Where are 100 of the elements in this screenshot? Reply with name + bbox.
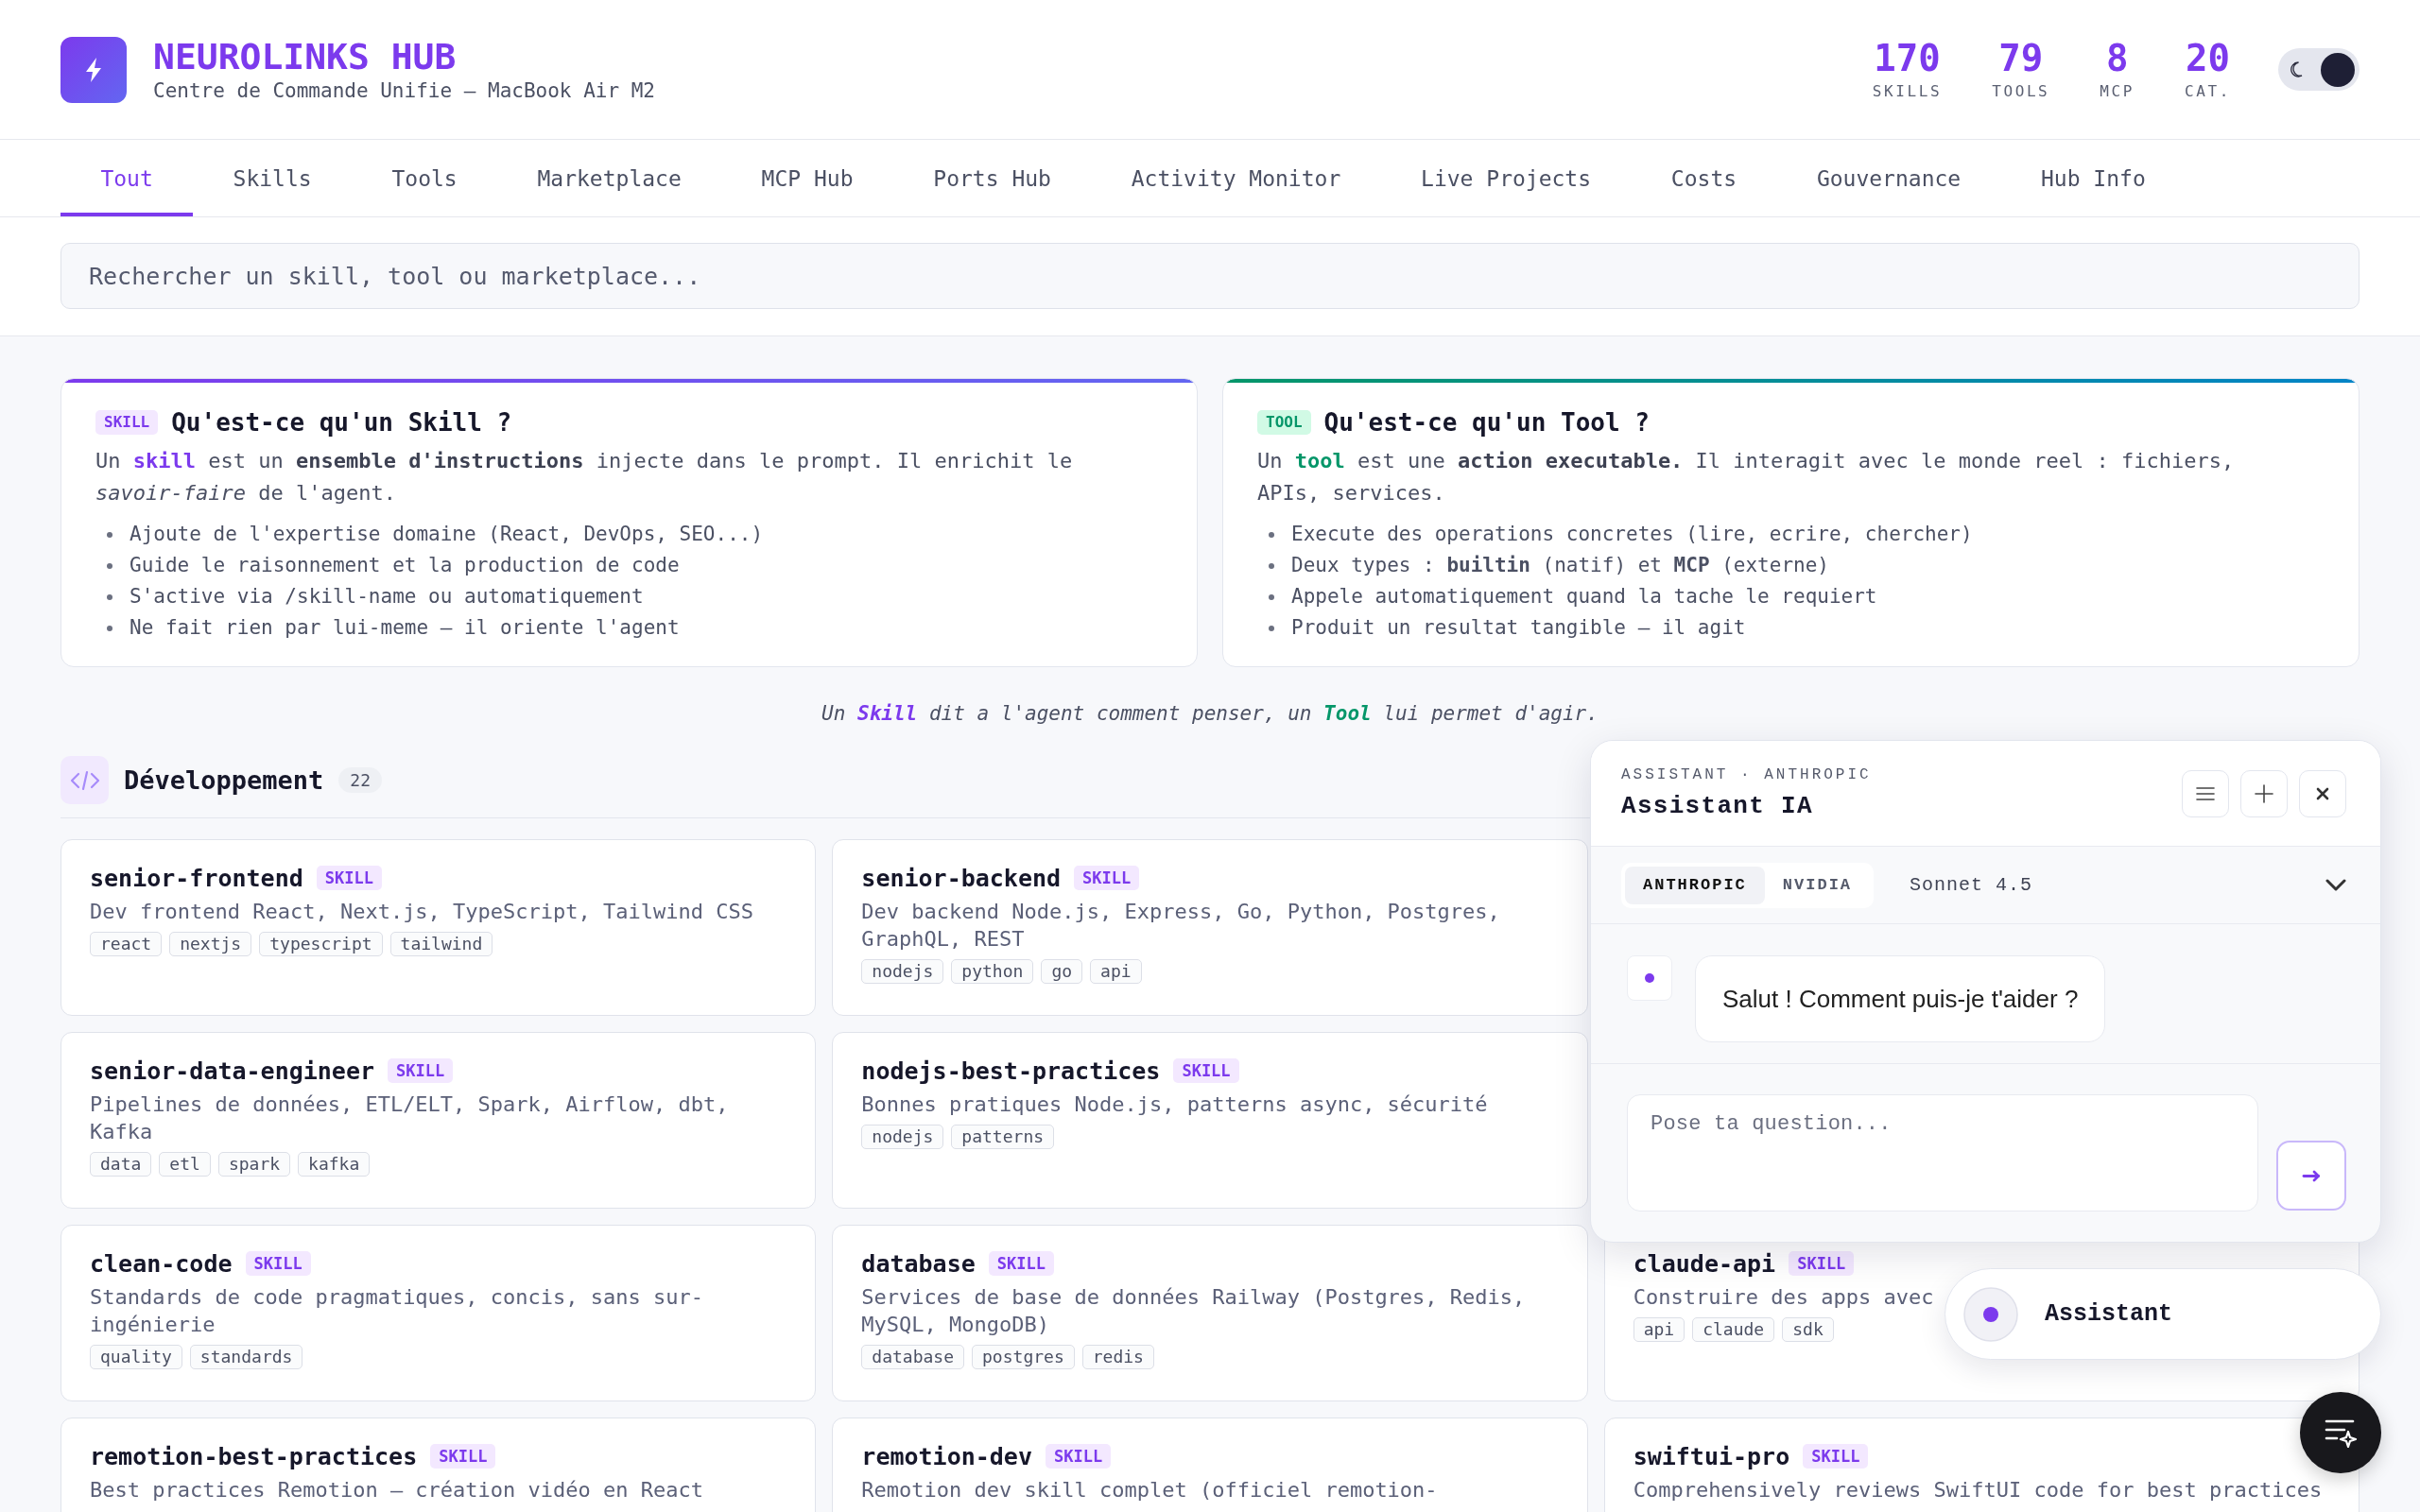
card-title: Qu'est-ce qu'un Tool ? xyxy=(1323,408,1650,437)
skill-badge: SKILL xyxy=(1803,1444,1869,1469)
skill-badge: SKILL xyxy=(316,866,382,890)
skill-name: clean-code xyxy=(90,1249,233,1278)
card-text: Un skill est un ensemble d'instructions injecte dans le prompt. Il enrichit le savoir-faire de l'agent. xyxy=(95,448,1074,507)
tag: quality xyxy=(90,1345,182,1369)
stat-label: TOOLS xyxy=(1992,80,2050,102)
tag: database xyxy=(861,1345,965,1369)
assistant-tooltip[interactable]: Assistant xyxy=(1945,1268,2381,1360)
chat-fab-button[interactable] xyxy=(2300,1392,2381,1473)
bullet-text: Deux types : builtin (natif) et MCP (externe) xyxy=(1291,553,1829,578)
skill-description: Dev backend Node.js, Express, Go, Python, Postgres, GraphQL, REST xyxy=(861,899,1501,953)
skill-name: senior-data-engineer xyxy=(90,1057,375,1085)
skill-name: claude-api xyxy=(1633,1249,1776,1278)
nav-tab[interactable]: Costs xyxy=(1631,140,1777,216)
new-chat-button[interactable] xyxy=(2240,769,2288,817)
skill-card[interactable]: remotion-best-practices SKILL Best practices Remotion — création vidéo en React xyxy=(60,1418,817,1512)
skill-card[interactable]: senior-backend SKILL Dev backend Node.js, Express, Go, Python, Postgres, GraphQL, REST nodejs python go api xyxy=(832,839,1588,1016)
menu-button[interactable] xyxy=(2182,769,2229,817)
panel-eyebrow: ASSISTANT · ANTHROPIC xyxy=(1621,765,1872,785)
dot-icon xyxy=(1963,1286,2018,1342)
stat-label: MCP xyxy=(2100,80,2135,102)
skill-card[interactable]: senior-data-engineer SKILL Pipelines de données, ETL/ELT, Spark, Airflow, dbt, Kafka data etl spark kafka xyxy=(60,1032,817,1209)
nav-tab[interactable]: Activity Monitor xyxy=(1091,140,1381,216)
skill-badge: SKILL xyxy=(1074,866,1140,890)
skill-card[interactable]: database SKILL Services de base de données Railway (Postgres, Redis, MySQL, MongoDB) database postgres redis xyxy=(832,1225,1588,1401)
provider-tab[interactable]: ANTHROPIC xyxy=(1625,866,1765,904)
skill-name: remotion-best-practices xyxy=(90,1442,418,1470)
close-icon xyxy=(2316,786,2329,800)
nav-tab[interactable]: Live Projects xyxy=(1380,140,1632,216)
skill-description: Construire des apps avec xyxy=(1633,1284,1934,1311)
tag: spark xyxy=(217,1152,291,1177)
arrow-right-icon xyxy=(2302,1169,2321,1182)
tag: nodejs xyxy=(861,959,944,984)
bullet-icon xyxy=(1269,625,1274,631)
nav-tab[interactable]: Tools xyxy=(352,140,498,216)
tag: etl xyxy=(159,1152,211,1177)
bullet-text: Ne fait rien par lui-meme — il oriente l'agent xyxy=(130,615,680,641)
skill-card[interactable]: clean-code SKILL Standards de code pragmatiques, concis, sans sur-ingénierie quality standards xyxy=(60,1225,817,1401)
message-input[interactable]: Pose ta question... xyxy=(1627,1094,2258,1211)
skill-badge: SKILL xyxy=(1045,1444,1112,1469)
panel-title: Assistant IA xyxy=(1621,790,1814,822)
skill-card[interactable]: nodejs-best-practices SKILL Bonnes pratiques Node.js, patterns async, sécurité nodejs patterns xyxy=(832,1032,1588,1209)
nav-tab[interactable]: Ports Hub xyxy=(892,140,1092,216)
nav-tab[interactable]: Hub Info xyxy=(2000,140,2187,216)
skill-card[interactable]: senior-frontend SKILL Dev frontend React, Next.js, TypeScript, Tailwind CSS react nextjs typescript tailwind xyxy=(60,839,817,1016)
tag: api xyxy=(1090,959,1142,984)
skill-badge: SKILL xyxy=(1173,1058,1239,1083)
skill-description: Best practices Remotion — création vidéo en React xyxy=(90,1477,703,1503)
count-badge: 22 xyxy=(338,767,382,793)
bolt-icon xyxy=(60,36,127,103)
bullet-icon xyxy=(1269,593,1274,600)
bullet-text: S'active via /skill-name ou automatiquement xyxy=(130,584,644,610)
tag: standards xyxy=(189,1345,303,1369)
tag: tailwind xyxy=(389,932,493,956)
skill-badge: SKILL xyxy=(988,1251,1054,1276)
bullet-text: Execute des operations concretes (lire, ecrire, chercher) xyxy=(1291,522,1973,547)
skill-badge: SKILL xyxy=(245,1251,311,1276)
plus-icon xyxy=(2253,782,2275,805)
theme-toggle[interactable] xyxy=(2278,48,2360,91)
tag: nextjs xyxy=(169,932,252,956)
assistant-message: Salut ! Comment puis-je t'aider ? xyxy=(1695,955,2106,1042)
skill-description: Comprehensively reviews SwiftUI code for best practices xyxy=(1633,1477,2323,1503)
tagline-text: Un Skill dit a l'agent comment penser, un Tool lui permet d'agir. xyxy=(821,701,1599,727)
skill-card[interactable]: remotion-dev SKILL Remotion dev skill complet (officiel remotion- xyxy=(832,1418,1588,1512)
bullet-text: Guide le raisonnement et la production de code xyxy=(130,553,680,578)
nav-tab[interactable]: MCP Hub xyxy=(721,140,893,216)
bullet-icon xyxy=(1269,531,1274,538)
stat-value: 20 xyxy=(2186,37,2230,79)
skill-badge: SKILL xyxy=(388,1058,454,1083)
model-select[interactable]: Sonnet 4.5 xyxy=(1910,863,2346,907)
skill-description: Dev frontend React, Next.js, TypeScript, Tailwind CSS xyxy=(90,899,753,925)
card-title: Qu'est-ce qu'un Skill ? xyxy=(171,408,512,437)
skill-name: swiftui-pro xyxy=(1633,1442,1790,1470)
tag: react xyxy=(90,932,163,956)
tag: nodejs xyxy=(861,1125,944,1149)
close-button[interactable] xyxy=(2299,769,2346,817)
bullet-text: Produit un resultat tangible — il agit xyxy=(1291,615,1746,641)
code-icon xyxy=(60,756,109,804)
skill-card[interactable]: swiftui-pro SKILL Comprehensively reviews SwiftUI code for best practices xyxy=(1603,1418,2360,1512)
tag: typescript xyxy=(259,932,383,956)
skill-name: senior-backend xyxy=(861,864,1062,892)
moon-icon xyxy=(2290,61,2303,77)
tag: claude xyxy=(1692,1317,1775,1342)
nav-tab[interactable]: Gouvernance xyxy=(1776,140,2001,216)
skill-description: Bonnes pratiques Node.js, patterns async, sécurité xyxy=(861,1091,1488,1118)
skill-name: senior-frontend xyxy=(90,864,303,892)
bullet-icon xyxy=(107,625,112,631)
section-title: Développement xyxy=(124,765,324,795)
tag: api xyxy=(1633,1317,1685,1342)
tag: python xyxy=(951,959,1034,984)
nav-tab[interactable]: Marketplace xyxy=(497,140,722,216)
tag: sdk xyxy=(1782,1317,1834,1342)
kind-badge: TOOL xyxy=(1257,410,1311,435)
bullet-icon xyxy=(107,593,112,600)
search-field[interactable]: Rechercher un skill, tool ou marketplace... xyxy=(60,243,2360,309)
nav-tab[interactable]: Skills xyxy=(193,140,353,216)
skill-description: Services de base de données Railway (Postgres, Redis, MySQL, MongoDB) xyxy=(861,1284,1527,1338)
provider-tab[interactable]: NVIDIA xyxy=(1764,866,1871,904)
skill-badge: SKILL xyxy=(1789,1251,1855,1276)
